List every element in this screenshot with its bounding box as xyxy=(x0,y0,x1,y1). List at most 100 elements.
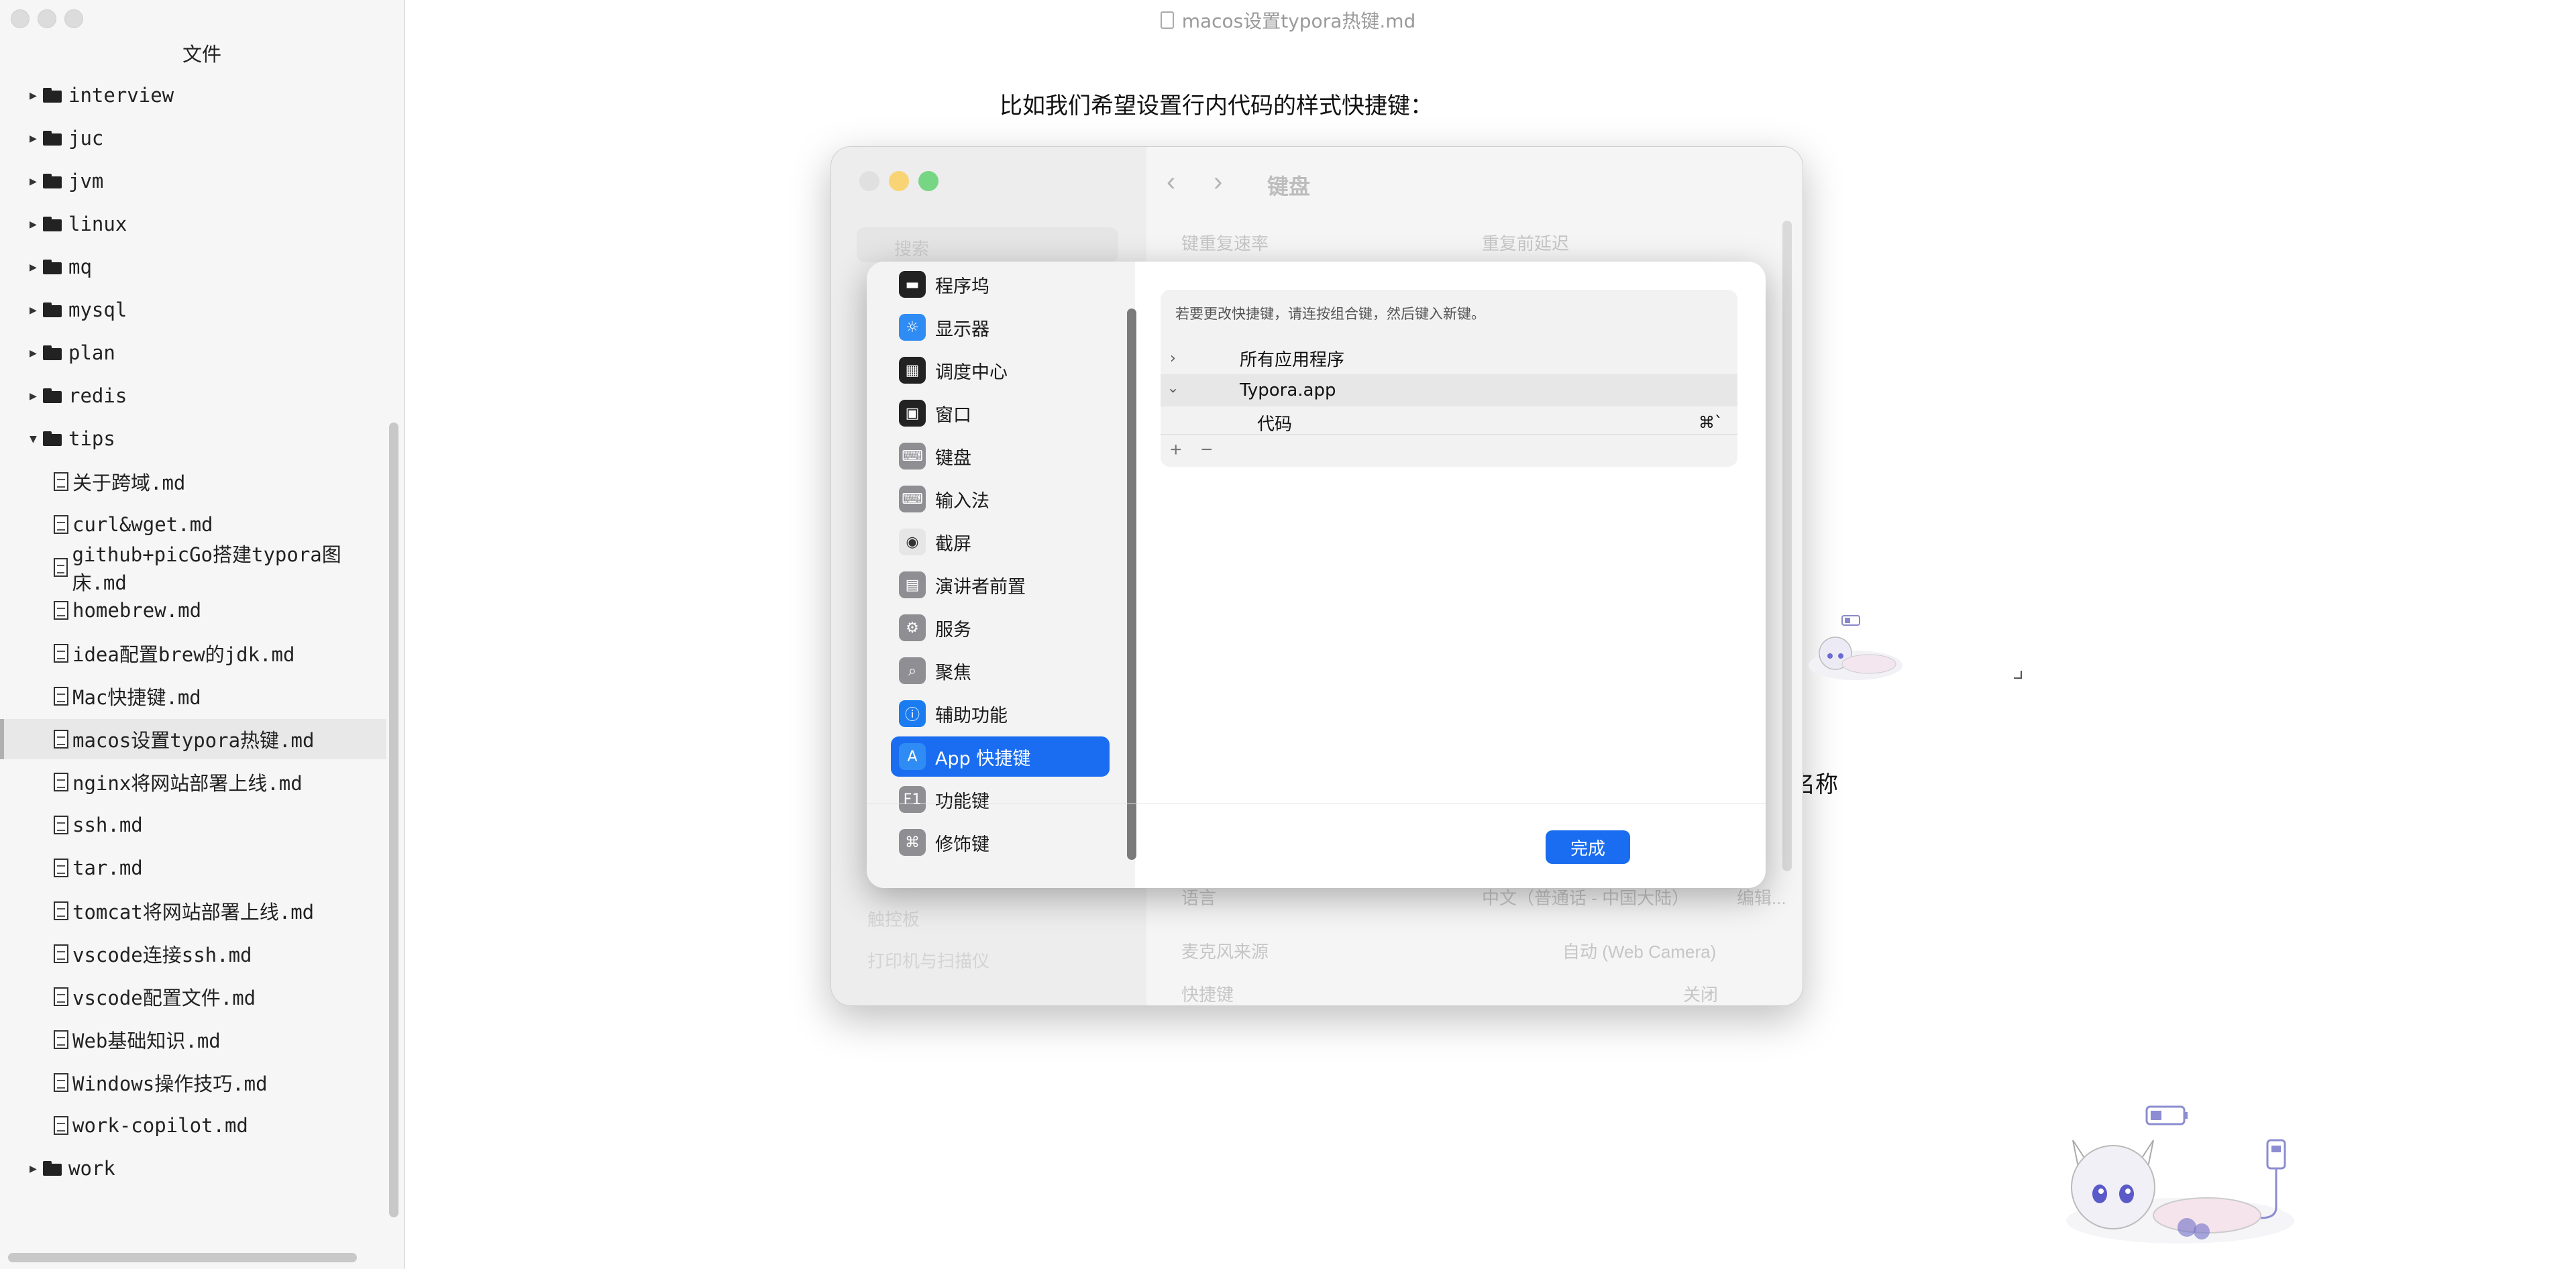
tree-item-label: Windows操作技巧.md xyxy=(72,1072,268,1095)
category-item[interactable]: ▤ 演讲者前置 xyxy=(891,565,1110,605)
tree-file[interactable]: tomcat将网站部署上线.md xyxy=(0,891,386,931)
tree-file[interactable]: github+picGo搭建typora图床.md xyxy=(0,543,386,594)
folder-icon xyxy=(43,431,63,446)
document-title-bar: macos设置typora热键.md xyxy=(1046,7,1529,34)
caret-down-icon[interactable]: ▼ xyxy=(30,432,43,446)
category-label: App 快捷键 xyxy=(935,748,1031,769)
tree-folder[interactable]: ▶ linux xyxy=(0,204,386,244)
shortcut-key-combo: ⌘` xyxy=(1699,413,1723,432)
shortcut-row-label: 所有应用程序 xyxy=(1240,349,1345,370)
caret-right-icon[interactable]: ▶ xyxy=(30,389,43,403)
tree-folder[interactable]: ▶ plan xyxy=(0,333,386,373)
sidebar-horizontal-scrollbar[interactable] xyxy=(8,1253,357,1262)
category-label: 聚焦 xyxy=(935,662,971,683)
image-resize-handle[interactable] xyxy=(2014,671,2022,679)
tree-file[interactable]: Windows操作技巧.md xyxy=(0,1062,386,1103)
file-icon xyxy=(54,1073,68,1092)
category-item[interactable]: ▦ 调度中心 xyxy=(891,350,1110,390)
tree-folder[interactable]: ▶ juc xyxy=(0,118,386,158)
tree-file[interactable]: Web基础知识.md xyxy=(0,1019,386,1060)
category-item[interactable]: ⌘ 修饰键 xyxy=(891,822,1110,863)
tree-file[interactable]: 关于跨域.md xyxy=(0,461,386,502)
tree-item-label: Mac快捷键.md xyxy=(72,686,201,709)
tree-item-label: mq xyxy=(68,256,92,278)
category-item[interactable]: F1 功能键 xyxy=(891,779,1110,820)
shortcut-hint: 若要更改快捷键，请连按组合键，然后键入新键。 xyxy=(1175,306,1485,322)
category-label: 窗口 xyxy=(935,404,971,426)
tree-item-label: tar.md xyxy=(72,857,143,879)
minimize-window-button[interactable] xyxy=(38,9,56,28)
tree-file[interactable]: nginx将网站部署上线.md xyxy=(0,762,386,802)
caret-right-icon[interactable]: ▶ xyxy=(30,260,43,274)
tree-folder[interactable]: ▶ mq xyxy=(0,247,386,287)
tree-file[interactable]: vscode连接ssh.md xyxy=(0,934,386,974)
category-item[interactable]: ⓘ 辅助功能 xyxy=(891,694,1110,734)
category-item[interactable]: ⌕ 聚焦 xyxy=(891,651,1110,691)
chevron-right-icon: › xyxy=(1170,349,1176,367)
tree-folder[interactable]: ▶ interview xyxy=(0,79,386,115)
category-label: 截屏 xyxy=(935,533,971,555)
command-key-icon: ⌘ xyxy=(899,829,926,856)
tree-item-label: 关于跨域.md xyxy=(72,472,186,494)
category-item[interactable]: ◉ 截屏 xyxy=(891,522,1110,562)
category-item[interactable]: ☼ 显示器 xyxy=(891,307,1110,347)
caret-right-icon[interactable]: ▶ xyxy=(30,217,43,231)
caret-right-icon[interactable]: ▶ xyxy=(30,89,43,103)
tree-file[interactable]: curl&wget.md xyxy=(0,504,386,545)
dock-icon: ▬ xyxy=(899,271,926,298)
tree-folder[interactable]: ▶ mysql xyxy=(0,290,386,330)
tree-folder[interactable]: ▶ work xyxy=(0,1148,386,1189)
close-window-button[interactable] xyxy=(11,9,30,28)
category-item[interactable]: ⌨ 键盘 xyxy=(891,436,1110,476)
tree-file[interactable]: ssh.md xyxy=(0,805,386,845)
sidebar-vertical-scrollbar[interactable] xyxy=(389,423,398,1217)
tree-item-label: vscode配置文件.md xyxy=(72,987,256,1009)
tree-folder[interactable]: ▶ jvm xyxy=(0,161,386,201)
tree-item-label: interview xyxy=(68,84,174,107)
caret-right-icon[interactable]: ▶ xyxy=(30,1162,43,1176)
caret-right-icon[interactable]: ▶ xyxy=(30,131,43,146)
function-key-icon: F1 xyxy=(899,786,926,813)
tree-file[interactable]: Mac快捷键.md xyxy=(0,676,386,716)
caret-right-icon[interactable]: ▶ xyxy=(30,346,43,360)
caret-right-icon[interactable]: ▶ xyxy=(30,303,43,317)
tree-item-label: plan xyxy=(68,341,115,364)
zoom-window-button[interactable] xyxy=(64,9,83,28)
shortcut-row-label: Typora.app xyxy=(1240,380,1336,400)
tree-folder[interactable]: ▼ tips xyxy=(0,419,386,459)
tree-file[interactable]: homebrew.md xyxy=(0,590,386,630)
document-title: macos设置typora热键.md xyxy=(1181,10,1416,32)
tree-item-label: work-copilot.md xyxy=(72,1114,248,1137)
window-icon: ▣ xyxy=(899,400,926,427)
category-item[interactable]: A App 快捷键 xyxy=(891,736,1110,777)
category-item[interactable]: ⚙ 服务 xyxy=(891,608,1110,648)
mascot-sticker-large xyxy=(2066,1105,2294,1244)
tree-file[interactable]: idea配置brew的jdk.md xyxy=(0,633,386,673)
tree-file[interactable]: vscode配置文件.md xyxy=(0,977,386,1017)
tree-folder[interactable]: ▶ redis xyxy=(0,376,386,416)
caret-right-icon[interactable]: ▶ xyxy=(30,174,43,188)
shortcuts-sheet: ▬ 程序坞 ☼ 显示器 ▦ 调度中心 ▣ 窗口 ⌨ 键盘 ⌨ 输入法 ◉ 截屏 ▤ 演讲者前置 ⚙ 服务 ⌕ 聚焦 ⓘ 辅… xyxy=(867,262,1766,888)
file-icon xyxy=(54,1030,68,1049)
input-method-icon: ⌨ xyxy=(899,486,926,512)
category-item[interactable]: ▣ 窗口 xyxy=(891,393,1110,433)
document-paragraph[interactable]: 比如我们希望设置行内代码的样式快捷键： xyxy=(1000,87,1433,120)
file-icon xyxy=(54,816,68,834)
category-label: 辅助功能 xyxy=(935,705,1008,726)
tree-file[interactable]: work-copilot.md xyxy=(0,1105,386,1146)
category-item[interactable]: ▬ 程序坞 xyxy=(891,264,1110,305)
shortcut-table: 若要更改快捷键，请连按组合键，然后键入新键。 › 所有应用程序 › Typora… xyxy=(1161,290,1737,467)
category-label: 程序坞 xyxy=(935,276,989,297)
file-icon xyxy=(54,558,68,577)
folder-icon xyxy=(43,345,63,360)
tree-file[interactable]: macos设置typora热键.md xyxy=(0,719,386,759)
folder-icon xyxy=(43,174,63,188)
chevron-down-icon: › xyxy=(1164,387,1181,394)
tree-item-label: curl&wget.md xyxy=(72,513,213,536)
spotlight-icon: ⌕ xyxy=(899,657,926,684)
file-icon xyxy=(54,987,68,1006)
category-item[interactable]: ⌨ 输入法 xyxy=(891,479,1110,519)
tree-item-label: redis xyxy=(68,384,127,407)
tree-file[interactable]: tar.md xyxy=(0,848,386,888)
shortcut-category-list: ▬ 程序坞 ☼ 显示器 ▦ 调度中心 ▣ 窗口 ⌨ 键盘 ⌨ 输入法 ◉ 截屏 ▤ 演讲者前置 ⚙ 服务 ⌕ 聚焦 ⓘ 辅… xyxy=(867,262,1135,888)
